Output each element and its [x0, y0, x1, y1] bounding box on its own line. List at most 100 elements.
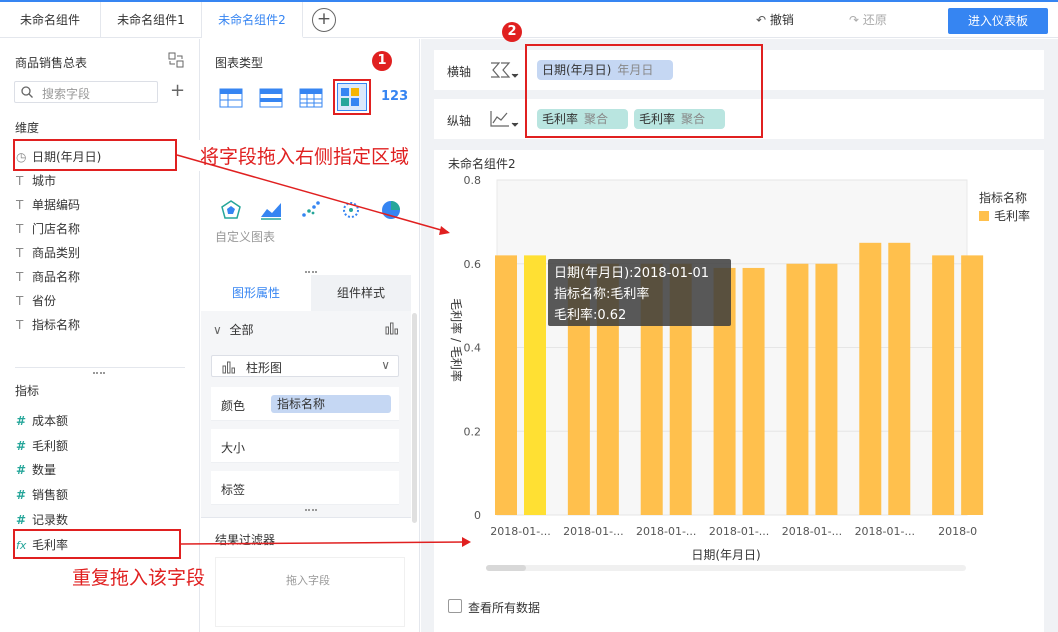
x-axis-title: 日期(年月日) [691, 548, 760, 562]
label-property-row[interactable]: 标签 [211, 471, 399, 505]
legend-title: 指标名称 [979, 190, 1027, 205]
measure-label: 指标 [15, 384, 40, 398]
dimension-field-province[interactable]: T 省份 [16, 291, 56, 311]
chart-hscroll-track [486, 565, 966, 571]
selected-chart-highlight [333, 79, 371, 115]
dimension-field-category[interactable]: T 商品类别 [16, 243, 80, 263]
tab-component-2[interactable]: 未命名组件2 [202, 2, 303, 38]
chart-tooltip: 日期(年月日):2018-01-01 指标名称:毛利率 毛利率:0.62 [548, 259, 731, 326]
all-properties-row[interactable]: ∨ 全部 [213, 321, 253, 338]
enter-dashboard-button[interactable]: 进入仪表板 [948, 8, 1048, 34]
field-label: 数量 [32, 463, 57, 477]
tab-component-0[interactable]: 未命名组件 [0, 2, 101, 38]
annotation-callout-drag: 将字段拖入右侧指定区域 [196, 140, 414, 171]
property-scrollbar[interactable] [412, 313, 417, 523]
dimension-field-metric-name[interactable]: T 指标名称 [16, 315, 80, 335]
add-tab-button[interactable]: + [312, 8, 336, 32]
y-axis-type-icon[interactable] [489, 109, 519, 129]
top-bar: 未命名组件 未命名组件1 未命名组件2 + ↶ 撤销 ↷ 还原 进入仪表板 [0, 2, 1058, 38]
annotation-box-date-field [13, 139, 177, 171]
size-property-row[interactable]: 大小 [211, 429, 399, 463]
chart-type-title: 图表类型 [215, 56, 264, 70]
undo-button[interactable]: ↶ 撤销 [756, 2, 794, 38]
tag-label: 标签 [221, 483, 246, 497]
tab-component-1[interactable]: 未命名组件1 [101, 2, 202, 38]
filter-drop-zone[interactable]: 拖入字段 [215, 557, 405, 627]
bar [495, 255, 517, 515]
y-axis-label: 纵轴 [447, 114, 472, 128]
text-icon: T [16, 198, 24, 212]
chart-type-value: 柱形图 [246, 361, 283, 375]
tooltip-line-metric: 指标名称:毛利率 [554, 287, 650, 302]
area-chart-icon[interactable] [259, 199, 283, 221]
chart-type-select[interactable]: 柱形图 ∨ [211, 355, 399, 377]
x-tick-label: 2018-01-... [709, 525, 769, 538]
all-label: 全部 [229, 323, 254, 337]
x-tick-label: 2018-0 [938, 525, 977, 538]
bar [859, 242, 882, 515]
search-icon [21, 86, 33, 98]
chart-hscroll-thumb [486, 565, 526, 571]
resize-grip[interactable] [305, 509, 317, 513]
switch-dataset-icon[interactable] [168, 52, 184, 68]
annotation-box-margin-field [13, 529, 181, 559]
dimension-field-product[interactable]: T 商品名称 [16, 267, 80, 287]
bar [786, 263, 809, 515]
dimension-field-store[interactable]: T 门店名称 [16, 219, 80, 239]
y-tick-label: 0.6 [464, 258, 482, 271]
dimension-field-city[interactable]: T 城市 [16, 171, 56, 191]
field-label: 商品类别 [32, 246, 81, 260]
measure-field-gross-profit[interactable]: # 毛利额 [16, 436, 68, 456]
cross-table-icon[interactable] [299, 87, 323, 109]
radar-chart-icon[interactable] [219, 199, 243, 221]
x-axis-type-icon[interactable] [489, 60, 519, 80]
field-label: 销售额 [32, 488, 69, 502]
undo-label: 撤销 [769, 13, 794, 27]
pie-chart-icon[interactable] [379, 199, 403, 221]
redo-icon: ↷ [849, 13, 860, 27]
add-field-button[interactable]: + [170, 82, 185, 100]
annotation-badge-1: 1 [372, 51, 392, 71]
legend-swatch [979, 211, 989, 221]
color-property-row[interactable]: 颜色 指标名称 [211, 387, 399, 421]
tab-component-style[interactable]: 组件样式 [311, 275, 411, 311]
text-icon: T [16, 318, 24, 332]
kpi-icon[interactable]: 123 [381, 89, 408, 104]
group-table-icon[interactable] [259, 87, 283, 109]
bubble-chart-icon[interactable] [339, 199, 363, 221]
bar-chart-small-icon[interactable] [385, 321, 399, 335]
x-tick-label: 2018-01-... [855, 525, 915, 538]
tab-graphic-properties[interactable]: 图形属性 [201, 275, 311, 311]
field-search-input[interactable]: 搜索字段 [14, 81, 158, 103]
bar [932, 255, 955, 515]
dimension-field-doc-code[interactable]: T 单据编码 [16, 195, 80, 215]
custom-chart-label[interactable]: 自定义图表 [215, 228, 275, 245]
text-icon: T [16, 246, 24, 260]
table-icon[interactable] [219, 87, 243, 109]
field-label: 城市 [32, 174, 57, 188]
tooltip-line-value: 毛利率:0.62 [554, 308, 627, 323]
resize-grip[interactable] [93, 372, 105, 376]
measure-field-sales[interactable]: # 销售额 [16, 485, 68, 505]
measure-field-cost[interactable]: # 成本额 [16, 411, 68, 431]
measure-field-record-count[interactable]: # 记录数 [16, 510, 68, 530]
hash-icon: # [16, 513, 27, 527]
dataset-title: 商品销售总表 [15, 56, 88, 70]
color-label: 颜色 [221, 399, 246, 413]
panel-divider [15, 367, 185, 368]
y-tick-label: 0 [474, 509, 481, 522]
redo-button[interactable]: ↷ 还原 [849, 2, 887, 38]
field-label: 单据编码 [32, 198, 81, 212]
field-label: 省份 [32, 294, 57, 308]
annotation-callout-repeat: 重复拖入该字段 [72, 567, 206, 589]
color-field-pill[interactable]: 指标名称 [271, 395, 391, 413]
scatter-chart-icon[interactable] [299, 199, 323, 221]
text-icon: T [16, 270, 24, 284]
measure-field-quantity[interactable]: # 数量 [16, 460, 56, 480]
chevron-down-icon: ∨ [381, 358, 390, 372]
x-tick-label: 2018-01-... [636, 525, 696, 538]
show-all-checkbox[interactable] [448, 599, 462, 613]
field-label: 指标名称 [32, 318, 81, 332]
text-icon: T [16, 174, 24, 188]
field-label: 记录数 [32, 513, 69, 527]
